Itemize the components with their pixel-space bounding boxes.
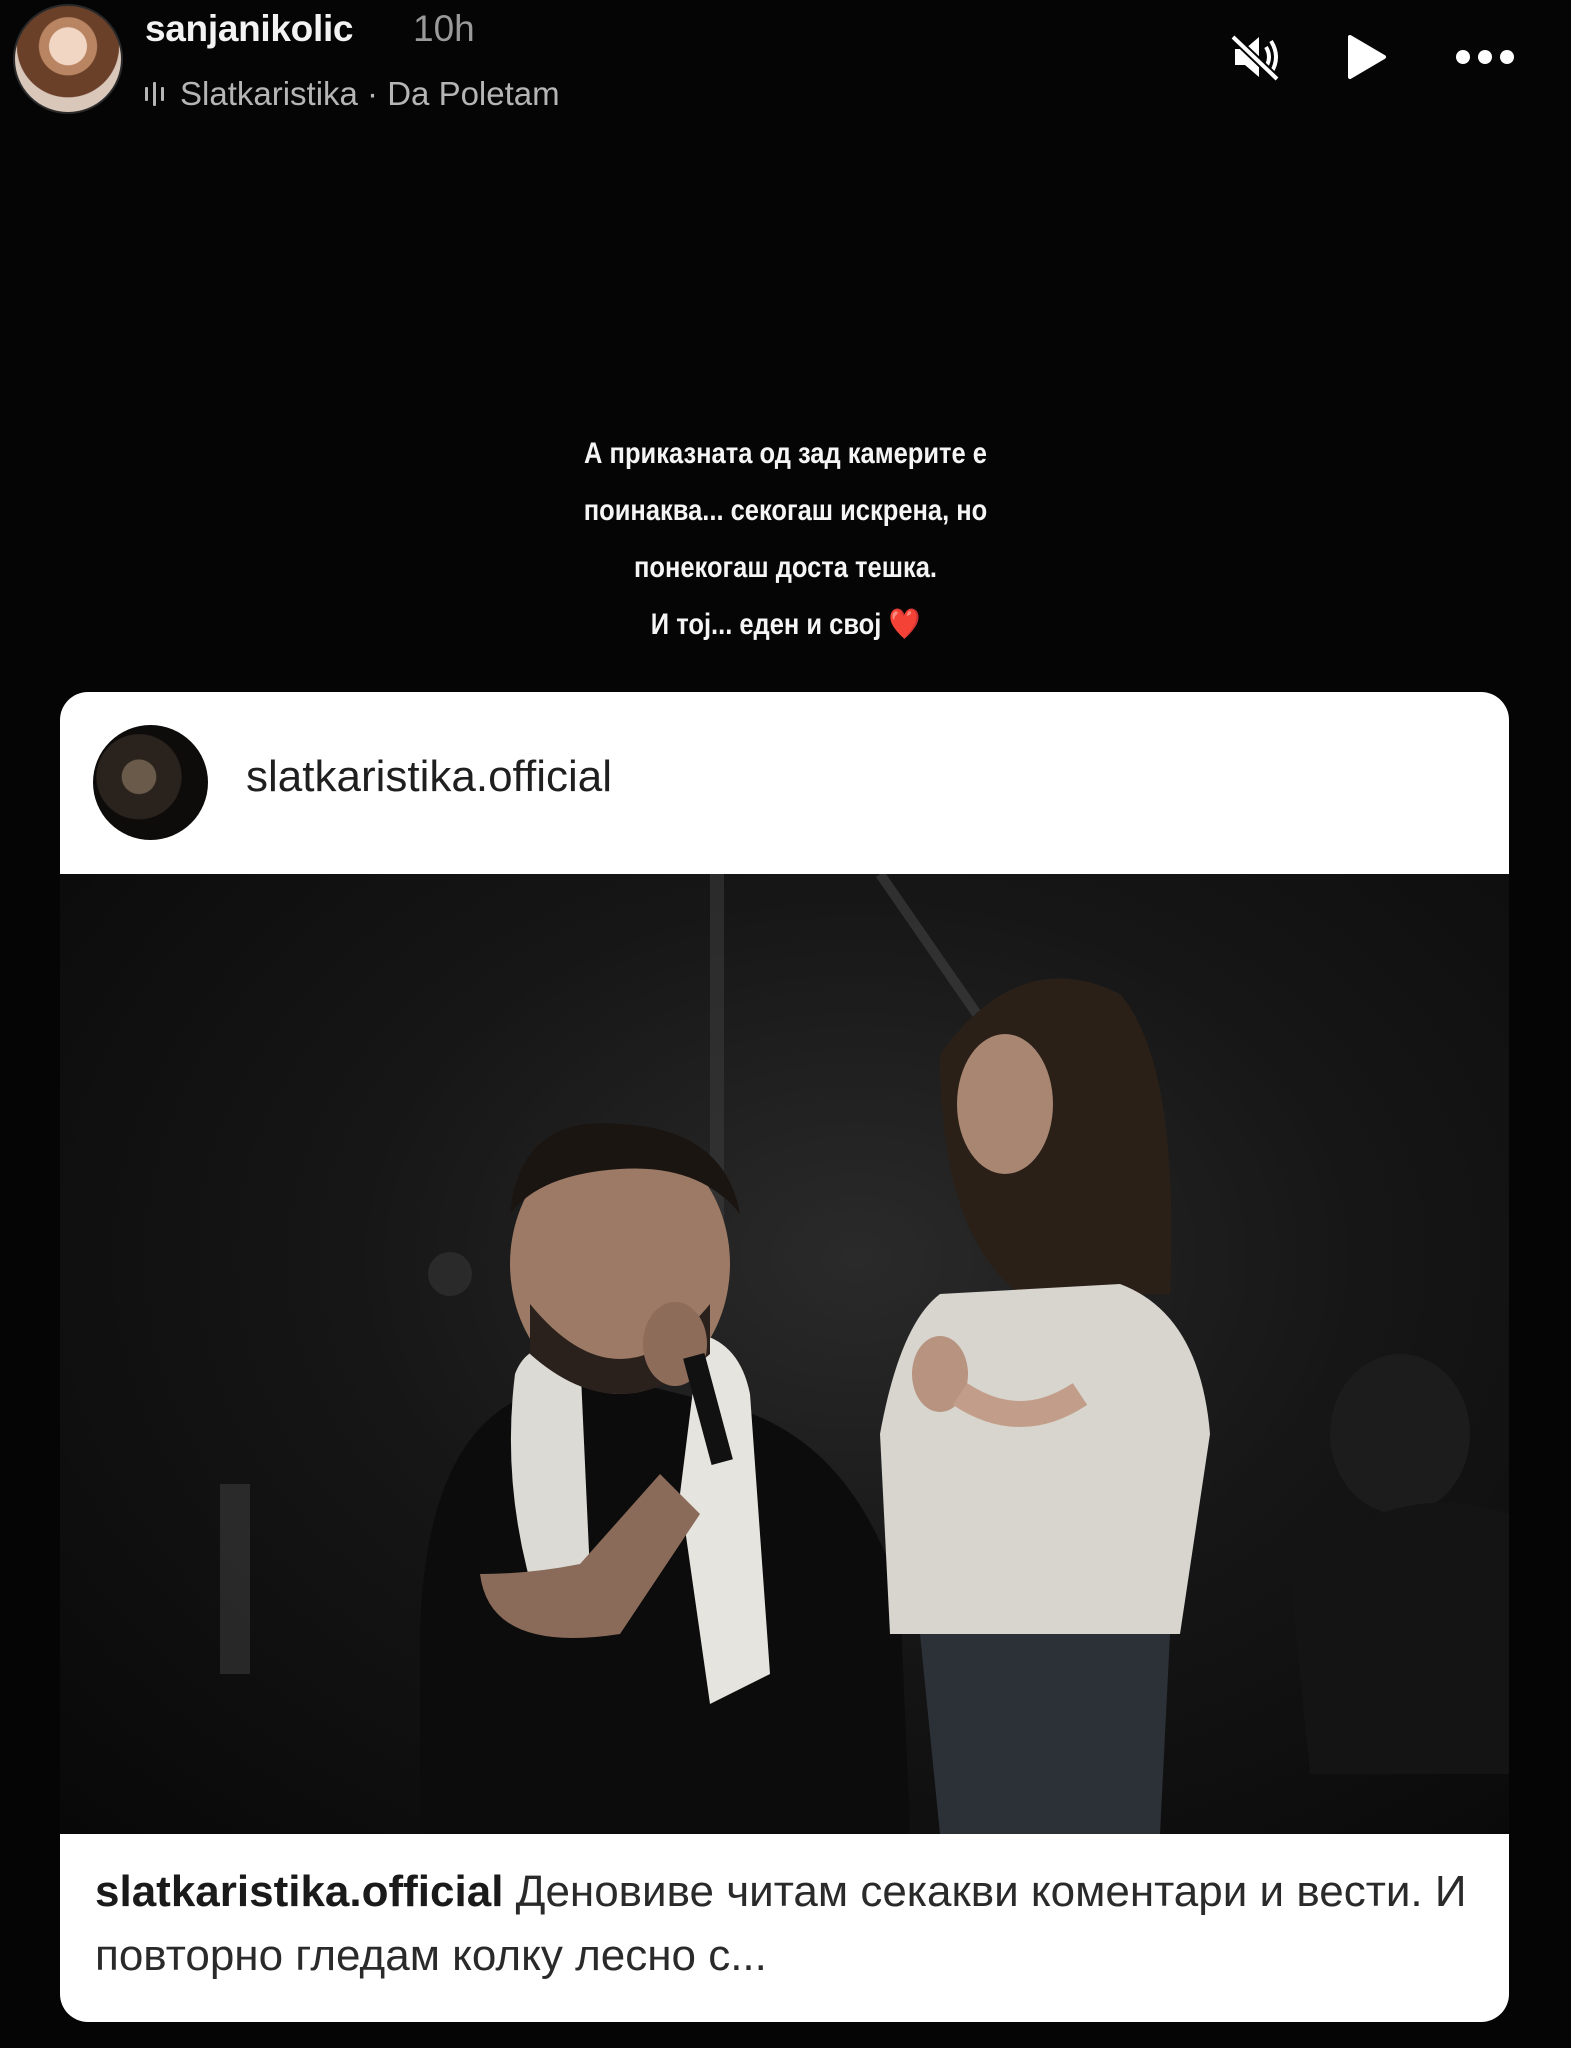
heart-emoji-icon: ❤️ <box>888 608 921 641</box>
story-username[interactable]: sanjanikolic <box>145 8 354 50</box>
shared-post-photo[interactable] <box>60 874 1509 1834</box>
story-text-overlay: А приказната од зад камерите е поинаква.… <box>118 425 1453 653</box>
caption-line-text: И тој... еден и свој <box>650 608 882 641</box>
shared-post-username[interactable]: slatkaristika.official <box>246 752 612 802</box>
play-icon[interactable] <box>1330 22 1400 92</box>
more-horizontal-icon[interactable] <box>1450 22 1520 92</box>
shared-post-card[interactable]: slatkaristika.official slatkaristika.off… <box>60 692 1509 2022</box>
shared-post-caption: slatkaristika.official Деновиве читам се… <box>95 1860 1485 1988</box>
shared-post-header: slatkaristika.official <box>60 692 1509 874</box>
caption-username[interactable]: slatkaristika.official <box>95 1867 503 1916</box>
caption-line-last: И тој... еден и свој ❤️ <box>118 596 1453 653</box>
user-avatar[interactable] <box>13 4 123 114</box>
story-timestamp: 10h <box>413 8 475 49</box>
music-bars-icon <box>145 82 164 106</box>
speaker-muted-icon[interactable] <box>1220 22 1290 92</box>
music-attribution[interactable]: Slatkaristika · Da Poletam <box>145 74 560 114</box>
caption-line: поинаква... секогаш искрена, но <box>583 494 988 527</box>
music-label: Slatkaristika · Da Poletam <box>180 75 560 112</box>
caption-line: понекогаш доста тешка. <box>633 551 938 584</box>
story-header: sanjanikolic 10h Slatkaristika · Da Pole… <box>0 0 1571 140</box>
caption-line: А приказната од зад камерите е <box>584 437 987 470</box>
shared-post-avatar[interactable] <box>93 725 208 840</box>
